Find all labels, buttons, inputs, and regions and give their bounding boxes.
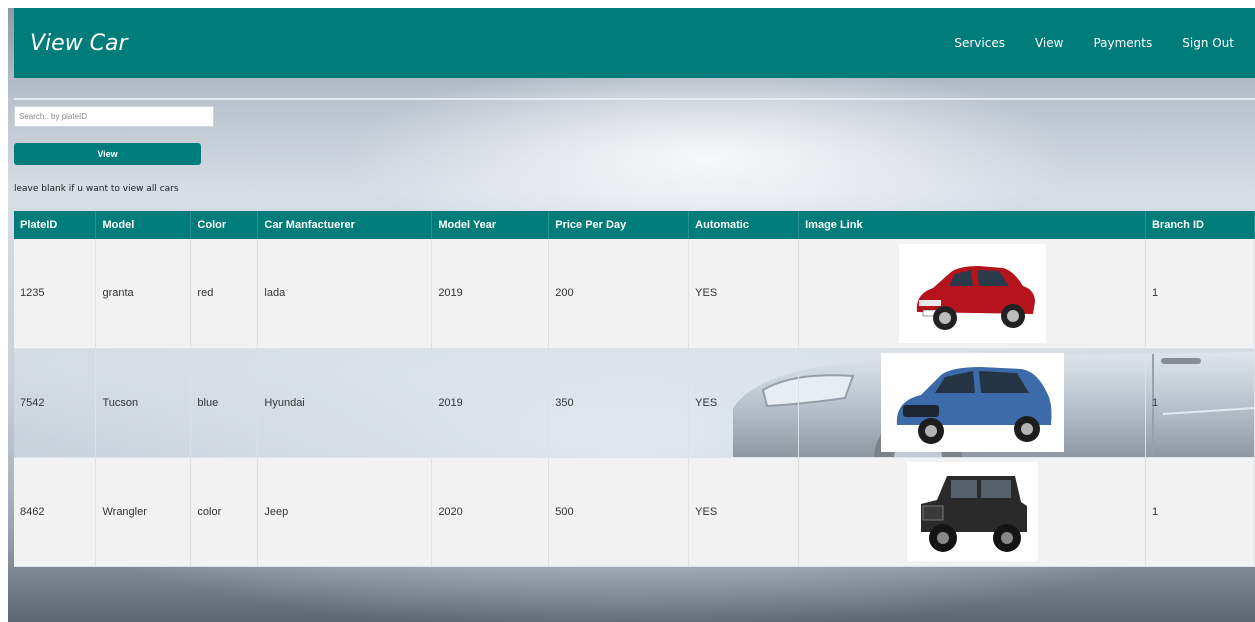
search-input[interactable] bbox=[14, 106, 214, 127]
blue-suv-icon[interactable] bbox=[880, 353, 1064, 452]
hint-text: leave blank if u want to view all cars bbox=[14, 184, 179, 194]
cell-automatic: YES bbox=[688, 348, 800, 458]
cell-price: 500 bbox=[548, 457, 690, 567]
top-navbar: View Car Services View Payments Sign Out bbox=[14, 8, 1255, 78]
cell-image bbox=[798, 239, 1146, 349]
nav-menu: Services View Payments Sign Out bbox=[939, 36, 1255, 50]
cell-model: Tucson bbox=[95, 348, 192, 458]
cell-maker: Jeep bbox=[257, 457, 433, 567]
cell-year: 2019 bbox=[431, 348, 550, 458]
cell-branch: 1 bbox=[1145, 457, 1255, 567]
table-row: 7542 Tucson blue Hyundai 2019 350 YES 1 bbox=[14, 348, 1255, 458]
red-sedan-icon[interactable] bbox=[898, 243, 1046, 343]
cell-price: 350 bbox=[548, 348, 690, 458]
cell-year: 2019 bbox=[431, 239, 550, 349]
cell-color: red bbox=[190, 239, 259, 349]
cell-model: granta bbox=[95, 239, 192, 349]
cell-model: Wrangler bbox=[95, 457, 192, 567]
col-model-year: Model Year bbox=[431, 211, 550, 239]
cars-table: PlateID Model Color Car Manfactuerer Mod… bbox=[14, 211, 1255, 567]
cell-maker: Hyundai bbox=[257, 348, 433, 458]
cell-year: 2020 bbox=[431, 457, 550, 567]
cell-branch: 1 bbox=[1145, 239, 1255, 349]
view-button[interactable]: View bbox=[14, 143, 201, 165]
col-automatic: Automatic bbox=[688, 211, 800, 239]
cell-automatic: YES bbox=[688, 239, 800, 349]
cell-automatic: YES bbox=[688, 457, 800, 567]
cell-plate: 7542 bbox=[14, 348, 97, 458]
col-plateid: PlateID bbox=[14, 211, 97, 239]
nav-signout-link[interactable]: Sign Out bbox=[1167, 36, 1249, 50]
cell-price: 200 bbox=[548, 239, 690, 349]
nav-payments-link[interactable]: Payments bbox=[1078, 36, 1167, 50]
black-jeep-icon[interactable] bbox=[906, 462, 1038, 561]
col-branch-id: Branch ID bbox=[1145, 211, 1255, 239]
nav-view-link[interactable]: View bbox=[1020, 36, 1078, 50]
cell-branch: 1 bbox=[1145, 348, 1255, 458]
table-row: 1235 granta red lada 2019 200 YES 1 bbox=[14, 239, 1255, 349]
cell-image bbox=[798, 457, 1146, 567]
table-header-row: PlateID Model Color Car Manfactuerer Mod… bbox=[14, 211, 1255, 239]
cell-maker: lada bbox=[257, 239, 433, 349]
cell-color: color bbox=[190, 457, 259, 567]
col-manufacturer: Car Manfactuerer bbox=[257, 211, 433, 239]
cell-plate: 8462 bbox=[14, 457, 97, 567]
cell-plate: 1235 bbox=[14, 239, 97, 349]
cell-color: blue bbox=[190, 348, 259, 458]
page-title: View Car bbox=[30, 30, 128, 56]
cell-image bbox=[798, 348, 1146, 458]
nav-services-link[interactable]: Services bbox=[939, 36, 1020, 50]
col-color: Color bbox=[190, 211, 259, 239]
col-model: Model bbox=[95, 211, 192, 239]
table-row: 8462 Wrangler color Jeep 2020 500 YES 1 bbox=[14, 457, 1255, 567]
divider bbox=[14, 98, 1255, 100]
col-price-per-day: Price Per Day bbox=[548, 211, 690, 239]
col-image-link: Image Link bbox=[798, 211, 1146, 239]
